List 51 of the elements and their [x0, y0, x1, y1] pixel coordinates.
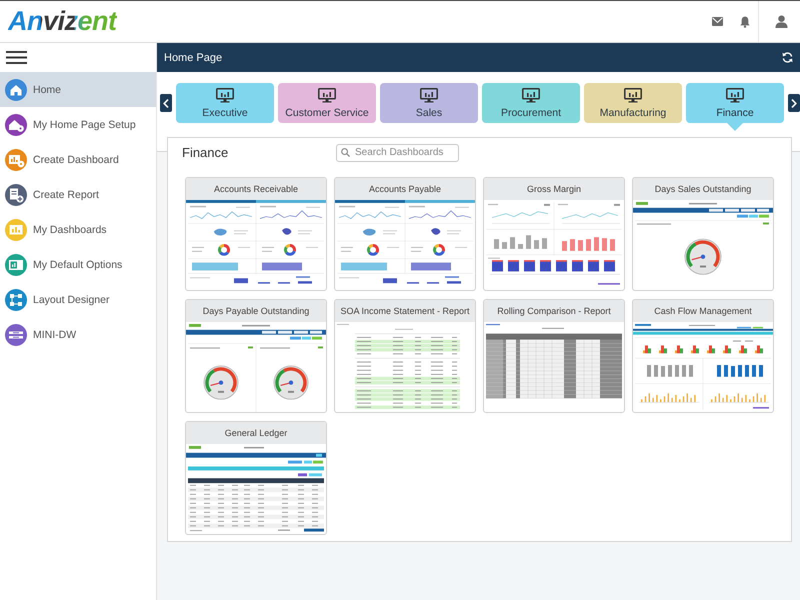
sidebar-item[interactable]: MINI-DW — [0, 317, 156, 352]
dashboard-card[interactable]: Gross Margin — [483, 177, 625, 291]
scroll-left-button[interactable] — [160, 94, 172, 112]
dashboard-card[interactable]: SOA Income Statement - Report — [334, 299, 476, 413]
scroll-right-button[interactable] — [788, 94, 800, 112]
monitor-chart-icon — [624, 88, 642, 102]
sidebar-item[interactable]: Create Dashboard — [0, 142, 156, 177]
card-title: Accounts Receivable — [186, 178, 326, 200]
card-title: Days Sales Outstanding — [633, 178, 773, 200]
dashboard-card[interactable]: Days Payable Outstanding — [185, 299, 327, 413]
dashboard-card[interactable]: Days Sales Outstanding — [632, 177, 774, 291]
dashboard-card[interactable]: Cash Flow Management — [632, 299, 774, 413]
chevron-right-icon — [791, 98, 797, 108]
monitor-chart-icon — [522, 88, 540, 102]
monitor-chart-icon — [318, 88, 336, 102]
dashboard-card[interactable]: Rolling Comparison - Report — [483, 299, 625, 413]
card-title: Days Payable Outstanding — [186, 300, 326, 322]
monitor-chart-icon — [420, 88, 438, 102]
dashboard-card[interactable]: General Ledger — [185, 421, 327, 535]
card-title: Rolling Comparison - Report — [484, 300, 624, 322]
card-title: SOA Income Statement - Report — [335, 300, 475, 322]
mail-icon[interactable] — [712, 17, 723, 26]
card-title: Cash Flow Management — [633, 300, 773, 322]
category-tab[interactable]: Manufacturing — [584, 83, 682, 123]
sidebar-item[interactable]: Layout Designer — [0, 282, 156, 317]
page-title: Home Page — [164, 52, 222, 64]
category-tab[interactable]: Finance — [686, 83, 784, 123]
sidebar-item[interactable]: My Home Page Setup — [0, 107, 156, 142]
search-icon — [341, 148, 350, 157]
monitor-chart-icon — [216, 88, 234, 102]
user-icon[interactable] — [775, 15, 788, 28]
section-title: Finance — [182, 145, 230, 160]
card-title: General Ledger — [186, 422, 326, 444]
dashboard-card[interactable]: Accounts Receivable — [185, 177, 327, 291]
chevron-left-icon — [163, 98, 169, 108]
category-tab[interactable]: Sales — [380, 83, 478, 123]
search-field[interactable]: Search Dashboards — [336, 144, 459, 162]
sidebar-item[interactable]: Create Report — [0, 177, 156, 212]
bell-icon[interactable] — [740, 16, 750, 28]
category-tab[interactable]: Customer Service — [278, 83, 376, 123]
category-tab[interactable]: Executive — [176, 83, 274, 123]
sidebar-item[interactable]: Home — [0, 72, 156, 107]
sidebar-item[interactable]: My Default Options — [0, 247, 156, 282]
sidebar-item[interactable]: My Dashboards — [0, 212, 156, 247]
refresh-icon[interactable] — [782, 52, 793, 63]
monitor-chart-icon — [726, 88, 744, 102]
menu-icon[interactable] — [6, 51, 27, 64]
card-title: Gross Margin — [484, 178, 624, 200]
category-tab[interactable]: Procurement — [482, 83, 580, 123]
dashboard-card[interactable]: Accounts Payable — [334, 177, 476, 291]
card-title: Accounts Payable — [335, 178, 475, 200]
